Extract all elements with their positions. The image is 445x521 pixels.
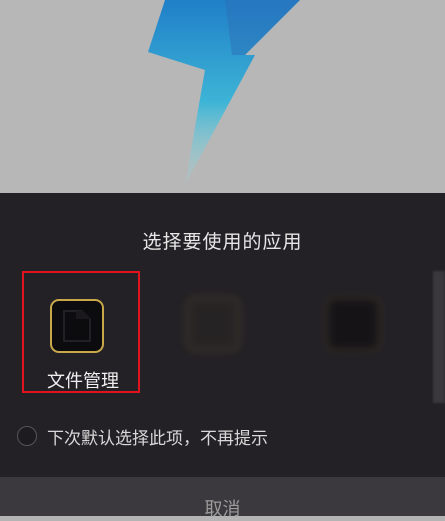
folder-icon [50,299,104,353]
app-icon [186,297,240,351]
app-option-label: 文件管理 [47,371,119,392]
app-option-3[interactable] [300,271,418,393]
cancel-label: 取消 [204,499,241,520]
lightning-bolt-icon [148,0,300,185]
next-app-peek [433,271,445,403]
remember-label: 下次默认选择此项，不再提示 [47,428,268,449]
app-option-2[interactable] [160,271,278,393]
remember-choice-row[interactable]: 下次默认选择此项，不再提示 [17,425,268,449]
cancel-button[interactable]: 取消 [0,477,445,520]
app-backdrop [0,0,445,193]
chooser-title: 选择要使用的应用 [142,231,303,253]
remember-radio[interactable] [17,426,37,446]
app-option-file-manager[interactable]: 文件管理 [22,271,140,393]
app-icon [326,297,380,351]
app-chooser-sheet: 选择要使用的应用 文件管理 下次默认选择此项，不再提示 取消 [0,193,445,520]
